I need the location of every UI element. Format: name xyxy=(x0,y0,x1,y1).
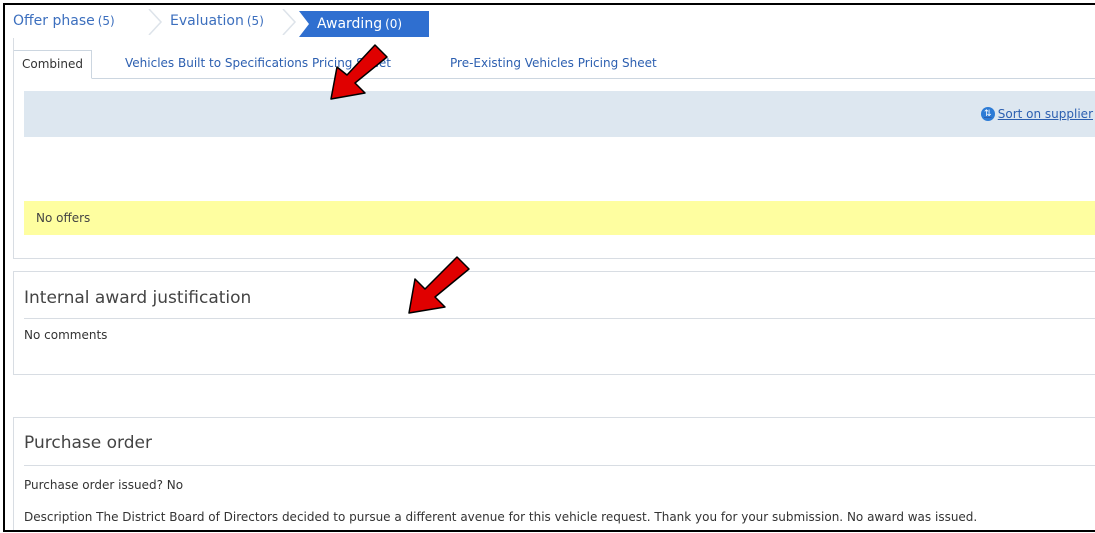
divider xyxy=(13,271,1095,272)
divider xyxy=(13,417,14,530)
tab-pre-existing[interactable]: Pre-Existing Vehicles Pricing Sheet xyxy=(450,50,657,77)
sort-toolbar: ⇅ Sort on supplier xyxy=(24,91,1095,137)
phase-offer-count: (5) xyxy=(97,14,115,28)
phase-evaluation-label: Evaluation xyxy=(170,13,244,29)
red-arrow-icon xyxy=(408,256,470,314)
divider xyxy=(13,374,1095,375)
no-offers-text: No offers xyxy=(36,211,91,225)
no-offers-banner: No offers xyxy=(24,201,1095,235)
active-phase-notch xyxy=(299,11,309,37)
purchase-order-description: Description The District Board of Direct… xyxy=(24,510,978,524)
chevron-separator-icon xyxy=(148,9,163,35)
tab-combined[interactable]: Combined xyxy=(13,50,92,79)
phase-evaluation-count: (5) xyxy=(246,14,264,28)
sort-on-supplier-link[interactable]: ⇅ Sort on supplier xyxy=(980,107,1093,121)
divider xyxy=(24,465,1095,466)
divider xyxy=(13,38,14,258)
divider xyxy=(13,271,14,374)
purchase-order-issued: Purchase order issued? No xyxy=(24,478,184,492)
divider xyxy=(13,258,1095,259)
chevron-separator-icon xyxy=(282,9,297,35)
phase-offer[interactable]: Offer phase (5) xyxy=(13,9,115,33)
sort-circle-icon: ⇅ xyxy=(980,107,995,121)
red-arrow-icon xyxy=(330,44,388,100)
divider xyxy=(13,417,1095,418)
phase-awarding-count: (0) xyxy=(385,17,403,31)
justification-comments: No comments xyxy=(24,328,108,342)
sort-label: Sort on supplier xyxy=(997,107,1093,121)
phase-awarding[interactable]: Awarding (0) xyxy=(299,11,429,37)
phase-breadcrumb: Offer phase (5) Evaluation (5) Awarding (0) xyxy=(5,5,1095,38)
divider xyxy=(24,318,1095,319)
phase-offer-label: Offer phase xyxy=(13,13,95,29)
pricing-tabs: Combined Vehicles Built to Specification… xyxy=(13,48,1095,79)
page-frame: Offer phase (5) Evaluation (5) Awarding (0)… xyxy=(3,3,1095,532)
section-title-purchase-order: Purchase order xyxy=(24,433,152,453)
section-title-justification: Internal award justification xyxy=(24,288,252,308)
phase-evaluation[interactable]: Evaluation (5) xyxy=(170,9,264,33)
phase-awarding-label: Awarding xyxy=(317,16,383,32)
